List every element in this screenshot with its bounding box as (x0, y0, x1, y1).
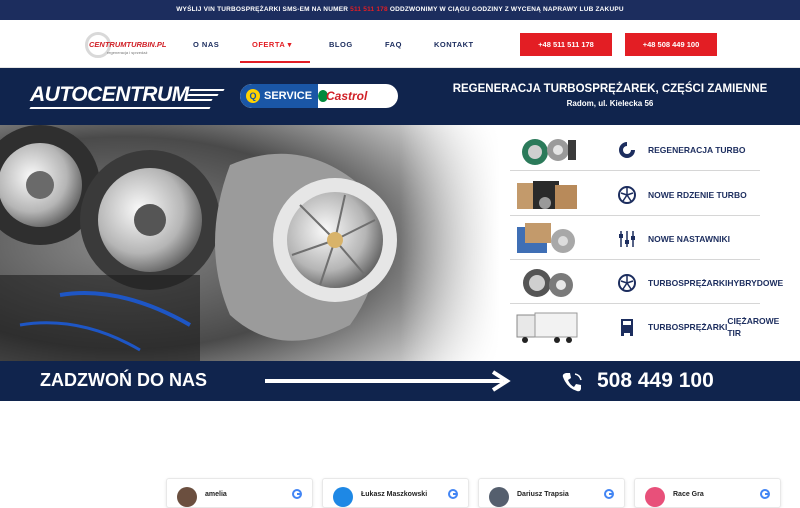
nav-item-blog[interactable]: BLOG (329, 40, 353, 49)
review-card[interactable]: Dariusz Trapsia (478, 478, 625, 508)
service-label: NOWE NASTAWNIKI (648, 233, 731, 244)
logo-brand-text: CENTRUMTURBIN.PL (89, 40, 167, 49)
topbar-sms-number[interactable]: 511 511 178 (350, 6, 388, 13)
q-service-badge: Q SERVICE (240, 84, 318, 108)
service-item-nastawniki[interactable]: NOWE NASTAWNIKI (510, 217, 760, 260)
truck-thumbnail (516, 312, 578, 343)
nav-item-oferta[interactable]: OFERTA ▾ (252, 40, 292, 49)
company-banner: AUTOCENTRUM Q SERVICE Castrol REGENERACJA… (0, 68, 800, 125)
topbar-text-prefix: WYŚLIJ VIN TURBOSPRĘŻARKI SMS-EM NA NUME… (176, 6, 349, 13)
arrow-right-icon (265, 370, 511, 392)
logo-stripe (189, 89, 225, 91)
service-item-hybrydowe[interactable]: TURBOSPRĘŻARKI HYBRYDOWE (510, 261, 783, 304)
banner-title: REGENERACJA TURBOSPRĘŻAREK, CZĘŚCI ZAMIE… (452, 83, 768, 95)
reviewer-name: Race Gra (673, 491, 704, 498)
reviewer-name: Łukasz Maszkowski (361, 491, 428, 498)
google-icon (760, 489, 770, 499)
call-phone-number[interactable]: 508 449 100 (597, 369, 714, 393)
q-letter: Q (246, 89, 260, 104)
site-logo[interactable]: CENTRUMTURBIN.PL regeneracja i sprzedaż (85, 30, 167, 60)
service-item-tir[interactable]: TURBOSPRĘŻARKI CIĘŻAROWE TIR (510, 305, 779, 348)
nav-active-underline (240, 61, 310, 63)
autocentrum-logo-text: AUTOCENTRUM (30, 83, 189, 106)
top-info-bar: WYŚLIJ VIN TURBOSPRĘŻARKI SMS-EM NA NUME… (0, 0, 800, 20)
phone-button-2[interactable]: +48 508 449 100 (625, 33, 717, 56)
service-label-line2: CIĘŻAROWE TIR (727, 315, 780, 338)
hybrid-turbo-thumbnail (523, 269, 573, 297)
service-label: TURBOSPRĘŻARKI CIĘŻAROWE TIR (648, 305, 779, 348)
logo-tagline: regeneracja i sprzedaż (107, 50, 148, 55)
banner-address: Radom, ul. Kielecka 56 (566, 99, 654, 108)
service-label: REGENERACJA TURBO (648, 144, 746, 155)
reviewer-name: Dariusz Trapsia (517, 491, 569, 498)
service-label: NOWE RDZENIE TURBO (648, 189, 747, 200)
phone-icon (562, 373, 582, 392)
avatar (489, 487, 509, 507)
nav-item-faq[interactable]: FAQ (385, 40, 402, 49)
compressor-wheel-icon (618, 186, 636, 204)
actuators-thumbnail (517, 223, 575, 253)
avatar (333, 487, 353, 507)
google-icon (292, 489, 302, 499)
phone-button-1[interactable]: +48 511 511 178 (520, 33, 612, 56)
main-navigation: CENTRUMTURBIN.PL regeneracja i sprzedaż … (0, 20, 800, 68)
castrol-text: Castrol (326, 89, 368, 103)
review-card[interactable]: amelia (166, 478, 313, 508)
call-cta-text: ZADZWOŃ DO NAS (40, 370, 207, 390)
logo-stripe (185, 99, 213, 101)
avatar (177, 487, 197, 507)
call-us-bar: ZADZWOŃ DO NAS 508 449 100 (0, 361, 800, 401)
google-icon (604, 489, 614, 499)
q-service-text: SERVICE (264, 90, 313, 102)
logo-underline (29, 107, 211, 109)
turbo-thumbnail (522, 139, 576, 165)
cores-thumbnail (517, 181, 577, 209)
compressor-wheel-icon (618, 274, 636, 292)
google-icon (448, 489, 458, 499)
turbocharger-photo (0, 125, 500, 361)
service-item-rdzenie[interactable]: NOWE RDZENIE TURBO (510, 173, 760, 216)
autocentrum-logo: AUTOCENTRUM (29, 83, 225, 111)
turbo-snail-icon (619, 142, 635, 158)
topbar-text-suffix: ODDZWONIMY W CIĄGU GODZINY Z WYCENĄ NAPR… (389, 6, 624, 13)
logo-stripe (187, 94, 219, 96)
sliders-icon (619, 231, 635, 247)
nav-item-o-nas[interactable]: O NAS (193, 40, 219, 49)
service-item-regeneracja[interactable]: REGENERACJA TURBO (510, 128, 760, 171)
reviewer-name: amelia (205, 491, 227, 498)
q-service-castrol-logo: Q SERVICE Castrol (240, 84, 398, 108)
review-card[interactable]: Łukasz Maszkowski (322, 478, 469, 508)
service-label-line2: HYBRYDOWE (727, 277, 784, 288)
avatar (645, 487, 665, 507)
service-label-line1: TURBOSPRĘŻARKI (648, 277, 728, 288)
service-label: TURBOSPRĘŻARKI HYBRYDOWE (648, 261, 783, 304)
service-label-line1: TURBOSPRĘŻARKI (648, 321, 728, 332)
nav-item-kontakt[interactable]: KONTAKT (434, 40, 474, 49)
review-card[interactable]: Race Gra (634, 478, 781, 508)
truck-icon (621, 319, 633, 336)
